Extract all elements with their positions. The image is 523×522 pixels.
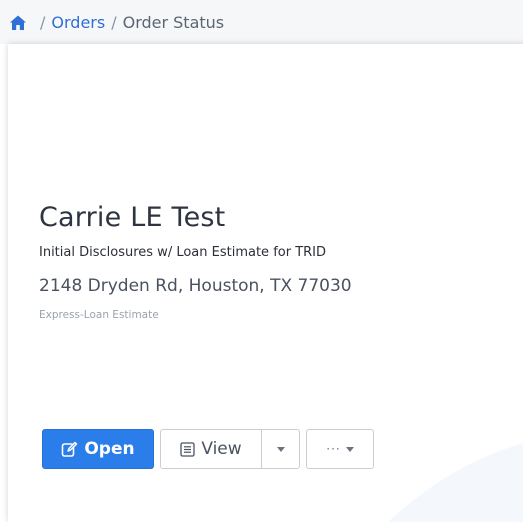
- caret-down-icon: [345, 446, 354, 452]
- view-button[interactable]: View: [160, 429, 262, 469]
- home-icon[interactable]: [9, 14, 27, 32]
- more-icon: ···: [326, 442, 341, 456]
- view-button-label: View: [201, 439, 242, 459]
- breadcrumb-separator: /: [40, 13, 46, 32]
- order-card: Carrie LE Test Initial Disclosures w/ Lo…: [8, 44, 523, 522]
- open-button[interactable]: Open: [42, 429, 154, 469]
- open-button-label: Open: [84, 439, 135, 459]
- breadcrumb: / Orders / Order Status: [9, 13, 224, 32]
- property-address: 2148 Dryden Rd, Houston, TX 77030: [39, 276, 352, 296]
- order-title: Carrie LE Test: [39, 202, 226, 233]
- view-dropdown-toggle[interactable]: [261, 429, 300, 469]
- breadcrumb-current: Order Status: [122, 13, 225, 32]
- order-subtitle: Initial Disclosures w/ Loan Estimate for…: [39, 245, 327, 260]
- more-actions-button[interactable]: ···: [306, 429, 374, 469]
- breadcrumb-separator: /: [111, 13, 117, 32]
- breadcrumb-orders-link[interactable]: Orders: [51, 13, 105, 32]
- product-name: Express-Loan Estimate: [39, 309, 159, 321]
- edit-icon: [61, 441, 78, 458]
- breadcrumb-bar: / Orders / Order Status: [0, 0, 523, 44]
- list-icon: [180, 441, 195, 457]
- order-status-page: / Orders / Order Status Carrie LE Test I…: [0, 0, 523, 522]
- caret-down-icon: [276, 446, 285, 452]
